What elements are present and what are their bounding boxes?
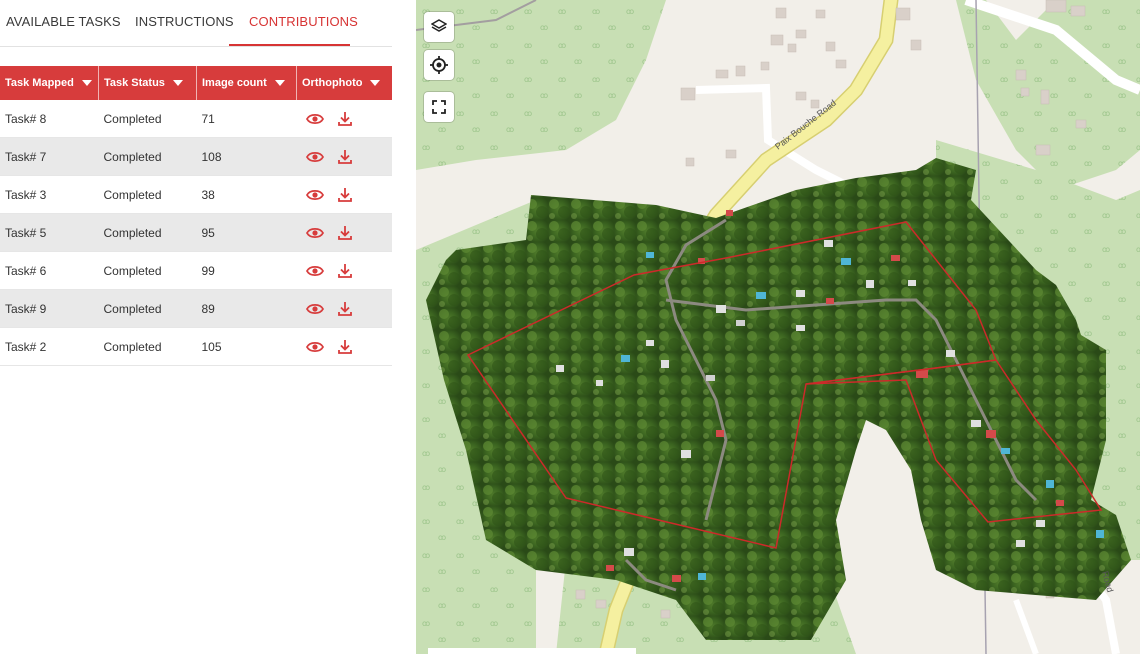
task-cell: Task# 6 xyxy=(0,251,99,290)
tab-contributions[interactable]: CONTRIBUTIONS xyxy=(249,14,358,29)
download-icon[interactable] xyxy=(336,224,354,242)
layers-icon xyxy=(431,19,447,32)
sort-caret-icon[interactable] xyxy=(172,80,183,87)
column-header-image-count[interactable]: Image count xyxy=(196,66,297,100)
view-eye-icon[interactable] xyxy=(305,300,324,318)
download-icon[interactable] xyxy=(336,338,354,356)
orthophoto-actions xyxy=(296,175,392,214)
sort-caret-icon[interactable] xyxy=(370,80,381,87)
tab-instructions[interactable]: INSTRUCTIONS xyxy=(135,14,234,29)
contributions-panel: AVAILABLE TASKS INSTRUCTIONS CONTRIBUTIO… xyxy=(0,0,416,654)
view-eye-icon[interactable] xyxy=(305,224,324,242)
image-count-cell: 95 xyxy=(196,213,297,252)
locate-button[interactable] xyxy=(424,50,454,80)
orthophoto-actions xyxy=(296,100,392,138)
status-cell: Completed xyxy=(98,251,197,290)
status-cell: Completed xyxy=(98,289,197,328)
tab-bar: AVAILABLE TASKS INSTRUCTIONS CONTRIBUTIO… xyxy=(0,0,392,47)
task-cell: Task# 8 xyxy=(0,100,99,138)
orthophoto-actions xyxy=(296,251,392,290)
orthophoto-actions xyxy=(296,213,392,252)
image-count-cell: 99 xyxy=(196,251,297,290)
sort-caret-icon[interactable] xyxy=(274,80,285,87)
status-cell: Completed xyxy=(98,327,197,366)
column-label: Orthophoto xyxy=(302,77,363,89)
download-icon[interactable] xyxy=(336,300,354,318)
view-eye-icon[interactable] xyxy=(305,338,324,356)
image-count-cell: 38 xyxy=(196,175,297,214)
image-count-cell: 108 xyxy=(196,137,297,176)
image-count-cell: 105 xyxy=(196,327,297,366)
table-row: Task# 5 Completed 95 xyxy=(0,213,392,252)
orthophoto-actions xyxy=(296,289,392,328)
view-eye-icon[interactable] xyxy=(305,262,324,280)
column-label: Task Mapped xyxy=(5,77,74,89)
locate-icon xyxy=(430,56,448,74)
tab-available-tasks[interactable]: AVAILABLE TASKS xyxy=(6,14,121,29)
column-label: Task Status xyxy=(104,77,165,89)
fullscreen-button[interactable] xyxy=(424,92,454,122)
status-cell: Completed xyxy=(98,100,197,138)
attribution-strip xyxy=(428,648,636,654)
orthophoto-actions xyxy=(296,327,392,366)
column-header-task-mapped[interactable]: Task Mapped xyxy=(0,66,99,100)
table-row: Task# 8 Completed 71 xyxy=(0,100,392,138)
map-view[interactable]: ꝏ ꝏ xyxy=(416,0,1140,654)
orthophoto-actions xyxy=(296,137,392,176)
download-icon[interactable] xyxy=(336,148,354,166)
task-cell: Task# 2 xyxy=(0,327,99,366)
task-cell: Task# 9 xyxy=(0,289,99,328)
table-row: Task# 6 Completed 99 xyxy=(0,251,392,290)
fullscreen-icon xyxy=(432,100,446,114)
column-header-orthophoto[interactable]: Orthophoto xyxy=(296,66,392,100)
status-cell: Completed xyxy=(98,175,197,214)
view-eye-icon[interactable] xyxy=(305,148,324,166)
image-count-cell: 71 xyxy=(196,100,297,138)
status-cell: Completed xyxy=(98,137,197,176)
task-cell: Task# 7 xyxy=(0,137,99,176)
column-label: Image count xyxy=(202,77,267,89)
download-icon[interactable] xyxy=(336,110,354,128)
table-row: Task# 2 Completed 105 xyxy=(0,327,392,366)
download-icon[interactable] xyxy=(336,262,354,280)
status-cell: Completed xyxy=(98,213,197,252)
column-header-task-status[interactable]: Task Status xyxy=(98,66,197,100)
active-tab-indicator xyxy=(229,44,350,46)
table-row: Task# 3 Completed 38 xyxy=(0,175,392,214)
image-count-cell: 89 xyxy=(196,289,297,328)
table-header-row: Task Mapped Task Status Image count Orth… xyxy=(0,66,392,100)
task-cell: Task# 3 xyxy=(0,175,99,214)
download-icon[interactable] xyxy=(336,186,354,204)
map-canvas[interactable]: ꝏ ꝏ xyxy=(416,0,1140,654)
view-eye-icon[interactable] xyxy=(305,110,324,128)
table-row: Task# 7 Completed 108 xyxy=(0,137,392,176)
contributions-table: Task Mapped Task Status Image count Orth… xyxy=(0,66,392,366)
table-row: Task# 9 Completed 89 xyxy=(0,289,392,328)
view-eye-icon[interactable] xyxy=(305,186,324,204)
task-cell: Task# 5 xyxy=(0,213,99,252)
layers-button[interactable] xyxy=(424,12,454,42)
sort-caret-icon[interactable] xyxy=(81,80,92,87)
